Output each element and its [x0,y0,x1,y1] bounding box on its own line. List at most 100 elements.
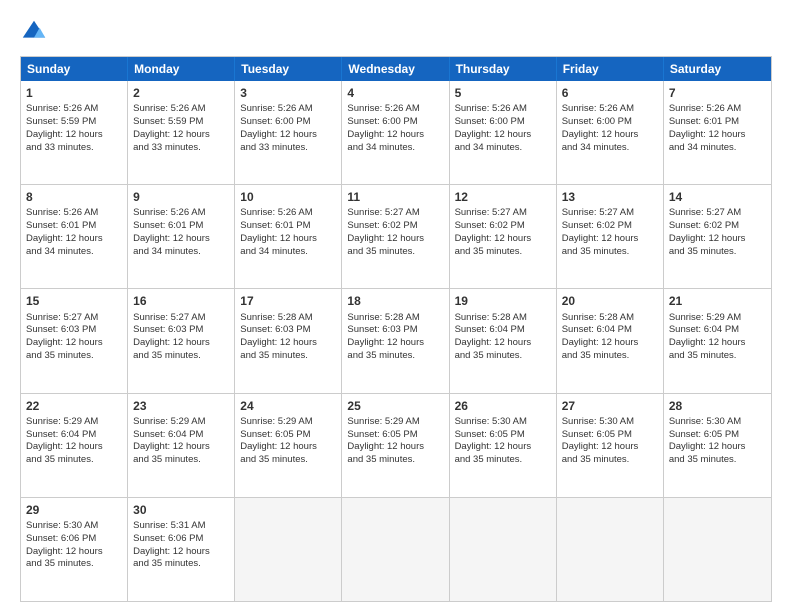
day-cell-17: 17 Sunrise: 5:28 AM Sunset: 6:03 PM Dayli… [235,289,342,392]
day-cell-8: 8Sunrise: 5:26 AM Sunset: 6:01 PM Daylig… [21,185,128,288]
day-number: 1 [26,85,122,101]
header-day-wednesday: Wednesday [342,57,449,81]
day-cell-4: 4 Sunrise: 5:26 AM Sunset: 6:00 PM Daylig… [342,81,449,184]
day-number: 20 [562,293,658,309]
day-content: Sunrise: 5:30 AM Sunset: 6:06 PM Dayligh… [26,520,103,569]
calendar-header: SundayMondayTuesdayWednesdayThursdayFrid… [21,57,771,81]
day-content: Sunrise: 5:28 AM Sunset: 6:03 PM Dayligh… [347,312,424,361]
day-content: Sunrise: 5:29 AM Sunset: 6:04 PM Dayligh… [133,416,210,465]
header-day-friday: Friday [557,57,664,81]
day-content: Sunrise: 5:27 AM Sunset: 6:02 PM Dayligh… [669,207,746,256]
day-content: Sunrise: 5:29 AM Sunset: 6:05 PM Dayligh… [240,416,317,465]
day-content: Sunrise: 5:26 AM Sunset: 6:01 PM Dayligh… [669,103,746,152]
day-number: 18 [347,293,443,309]
day-content: Sunrise: 5:27 AM Sunset: 6:02 PM Dayligh… [455,207,532,256]
day-number: 17 [240,293,336,309]
day-content: Sunrise: 5:27 AM Sunset: 6:03 PM Dayligh… [133,312,210,361]
day-number: 19 [455,293,551,309]
day-number: 24 [240,398,336,414]
day-content: Sunrise: 5:28 AM Sunset: 6:04 PM Dayligh… [455,312,532,361]
day-content: Sunrise: 5:26 AM Sunset: 6:00 PM Dayligh… [562,103,639,152]
day-content: Sunrise: 5:26 AM Sunset: 6:01 PM Dayligh… [133,207,210,256]
day-cell-7: 7 Sunrise: 5:26 AM Sunset: 6:01 PM Daylig… [664,81,771,184]
day-number: 26 [455,398,551,414]
day-content: Sunrise: 5:31 AM Sunset: 6:06 PM Dayligh… [133,520,210,569]
day-content: Sunrise: 5:30 AM Sunset: 6:05 PM Dayligh… [562,416,639,465]
day-number: 27 [562,398,658,414]
day-number: 16 [133,293,229,309]
day-cell-6: 6 Sunrise: 5:26 AM Sunset: 6:00 PM Daylig… [557,81,664,184]
day-number: 10 [240,189,336,205]
day-content: Sunrise: 5:26 AM Sunset: 5:59 PM Dayligh… [133,103,210,152]
day-cell-10: 10 Sunrise: 5:26 AM Sunset: 6:01 PM Dayli… [235,185,342,288]
day-content: Sunrise: 5:30 AM Sunset: 6:05 PM Dayligh… [669,416,746,465]
day-number: 15 [26,293,122,309]
day-cell-30: 30 Sunrise: 5:31 AM Sunset: 6:06 PM Dayli… [128,498,235,601]
day-number: 25 [347,398,443,414]
header-day-saturday: Saturday [664,57,771,81]
day-cell-27: 27 Sunrise: 5:30 AM Sunset: 6:05 PM Dayli… [557,394,664,497]
day-content: Sunrise: 5:26 AM Sunset: 6:00 PM Dayligh… [240,103,317,152]
day-number: 8 [26,189,122,205]
day-number: 30 [133,502,229,518]
calendar-row-4: 29 Sunrise: 5:30 AM Sunset: 6:06 PM Dayli… [21,497,771,601]
day-number: 7 [669,85,766,101]
day-content: Sunrise: 5:29 AM Sunset: 6:04 PM Dayligh… [669,312,746,361]
day-cell-24: 24 Sunrise: 5:29 AM Sunset: 6:05 PM Dayli… [235,394,342,497]
header-day-sunday: Sunday [21,57,128,81]
day-cell-14: 14 Sunrise: 5:27 AM Sunset: 6:02 PM Dayli… [664,185,771,288]
day-number: 12 [455,189,551,205]
page: SundayMondayTuesdayWednesdayThursdayFrid… [0,0,792,612]
day-number: 21 [669,293,766,309]
day-content: Sunrise: 5:29 AM Sunset: 6:04 PM Dayligh… [26,416,103,465]
day-content: Sunrise: 5:26 AM Sunset: 5:59 PM Dayligh… [26,103,103,152]
calendar-body: 1 Sunrise: 5:26 AM Sunset: 5:59 PM Daylig… [21,81,771,601]
day-content: Sunrise: 5:28 AM Sunset: 6:03 PM Dayligh… [240,312,317,361]
day-number: 28 [669,398,766,414]
day-cell-29: 29 Sunrise: 5:30 AM Sunset: 6:06 PM Dayli… [21,498,128,601]
day-cell-11: 11 Sunrise: 5:27 AM Sunset: 6:02 PM Dayli… [342,185,449,288]
day-cell-3: 3 Sunrise: 5:26 AM Sunset: 6:00 PM Daylig… [235,81,342,184]
day-number: 9 [133,189,229,205]
logo [20,18,52,46]
day-number: 6 [562,85,658,101]
day-content: Sunrise: 5:30 AM Sunset: 6:05 PM Dayligh… [455,416,532,465]
day-content: Sunrise: 5:26 AM Sunset: 6:01 PM Dayligh… [240,207,317,256]
header-day-monday: Monday [128,57,235,81]
day-number: 29 [26,502,122,518]
day-cell-1: 1 Sunrise: 5:26 AM Sunset: 5:59 PM Daylig… [21,81,128,184]
day-number: 23 [133,398,229,414]
calendar-row-2: 15 Sunrise: 5:27 AM Sunset: 6:03 PM Dayli… [21,288,771,392]
day-content: Sunrise: 5:26 AM Sunset: 6:00 PM Dayligh… [347,103,424,152]
day-cell-22: 22Sunrise: 5:29 AM Sunset: 6:04 PM Dayli… [21,394,128,497]
day-cell-26: 26 Sunrise: 5:30 AM Sunset: 6:05 PM Dayli… [450,394,557,497]
empty-cell [664,498,771,601]
day-cell-9: 9 Sunrise: 5:26 AM Sunset: 6:01 PM Daylig… [128,185,235,288]
day-number: 3 [240,85,336,101]
day-cell-19: 19 Sunrise: 5:28 AM Sunset: 6:04 PM Dayli… [450,289,557,392]
day-number: 14 [669,189,766,205]
day-cell-18: 18 Sunrise: 5:28 AM Sunset: 6:03 PM Dayli… [342,289,449,392]
day-content: Sunrise: 5:27 AM Sunset: 6:02 PM Dayligh… [347,207,424,256]
day-content: Sunrise: 5:28 AM Sunset: 6:04 PM Dayligh… [562,312,639,361]
day-number: 4 [347,85,443,101]
calendar-row-1: 8 Sunrise: 5:26 AM Sunset: 6:01 PM Daylig… [21,184,771,288]
day-cell-25: 25 Sunrise: 5:29 AM Sunset: 6:05 PM Dayli… [342,394,449,497]
calendar-row-0: 1 Sunrise: 5:26 AM Sunset: 5:59 PM Daylig… [21,81,771,184]
day-cell-28: 28 Sunrise: 5:30 AM Sunset: 6:05 PM Dayli… [664,394,771,497]
day-cell-16: 16 Sunrise: 5:27 AM Sunset: 6:03 PM Dayli… [128,289,235,392]
day-cell-5: 5Sunrise: 5:26 AM Sunset: 6:00 PM Daylig… [450,81,557,184]
header [20,18,772,46]
empty-cell [342,498,449,601]
day-cell-13: 13Sunrise: 5:27 AM Sunset: 6:02 PM Dayli… [557,185,664,288]
day-number: 13 [562,189,658,205]
calendar: SundayMondayTuesdayWednesdayThursdayFrid… [20,56,772,602]
day-number: 11 [347,189,443,205]
logo-icon [20,18,48,46]
day-content: Sunrise: 5:29 AM Sunset: 6:05 PM Dayligh… [347,416,424,465]
empty-cell [235,498,342,601]
day-content: Sunrise: 5:26 AM Sunset: 6:00 PM Dayligh… [455,103,532,152]
day-cell-23: 23 Sunrise: 5:29 AM Sunset: 6:04 PM Dayli… [128,394,235,497]
day-cell-2: 2Sunrise: 5:26 AM Sunset: 5:59 PM Daylig… [128,81,235,184]
calendar-row-3: 22Sunrise: 5:29 AM Sunset: 6:04 PM Dayli… [21,393,771,497]
